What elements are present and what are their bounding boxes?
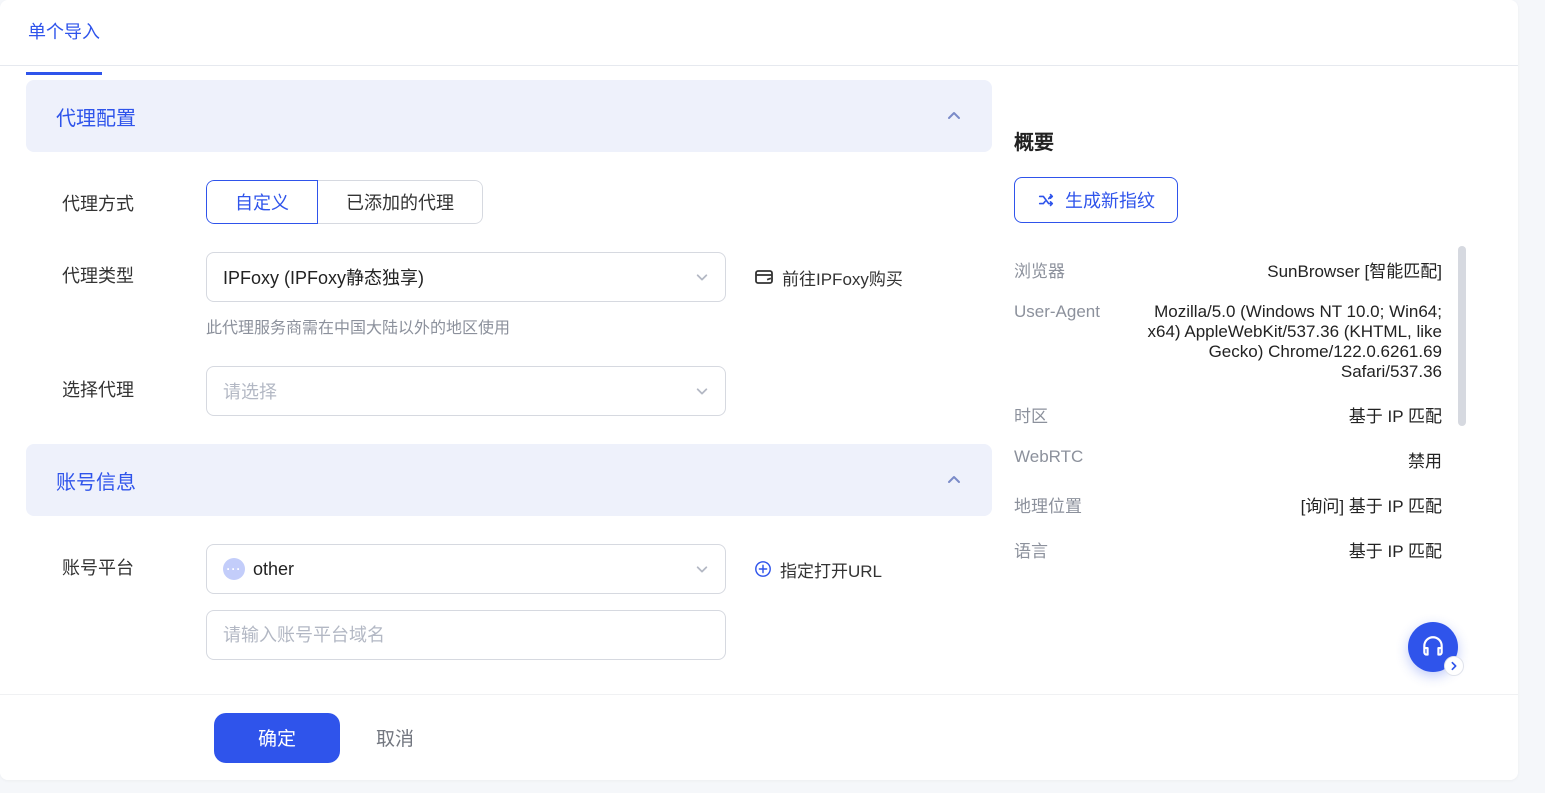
arrow-right-icon xyxy=(1449,661,1459,671)
k-ua: User-Agent xyxy=(1014,302,1100,322)
gen-button-text: 生成新指纹 xyxy=(1065,187,1155,213)
footer: 确定 取消 xyxy=(0,694,1518,780)
summary-row-webrtc: WebRTC 禁用 xyxy=(1014,437,1442,482)
section-proxy-title: 代理配置 xyxy=(56,102,136,131)
summary-row-browser: 浏览器 SunBrowser [智能匹配] xyxy=(1014,247,1442,292)
summary-row-lang: 语言 基于 IP 匹配 xyxy=(1014,527,1442,572)
help-floating-button[interactable] xyxy=(1408,622,1458,672)
row-select-proxy: 选择代理 请选择 xyxy=(26,366,992,416)
v-webrtc: 禁用 xyxy=(1408,447,1442,472)
headset-icon xyxy=(1420,634,1446,660)
select-proxy-type[interactable]: IPFoxy (IPFoxy静态独享) xyxy=(206,252,726,302)
chevron-down-icon xyxy=(695,384,709,398)
link-specify-url[interactable]: 指定打开URL xyxy=(754,557,882,582)
tab-single-import[interactable]: 单个导入 xyxy=(26,9,102,75)
main-column: 代理配置 代理方式 自定义 已添加的代理 代理类型 IPFoxy ( xyxy=(0,66,992,694)
segment-existing[interactable]: 已添加的代理 xyxy=(318,180,483,224)
section-account-header[interactable]: 账号信息 xyxy=(26,444,992,516)
link-buy-ipfoxy[interactable]: 前往IPFoxy购买 xyxy=(754,265,903,290)
summary-row-ua: User-Agent Mozilla/5.0 (Windows NT 10.0;… xyxy=(1014,292,1442,392)
url-link-text: 指定打开URL xyxy=(780,557,882,582)
section-proxy-header[interactable]: 代理配置 xyxy=(26,80,992,152)
v-tz: 基于 IP 匹配 xyxy=(1349,402,1442,427)
input-platform-domain[interactable] xyxy=(223,625,709,646)
label-select-proxy: 选择代理 xyxy=(62,366,206,402)
v-lang: 基于 IP 匹配 xyxy=(1349,537,1442,562)
k-geo: 地理位置 xyxy=(1014,492,1082,517)
summary-row-geo: 地理位置 [询问] 基于 IP 匹配 xyxy=(1014,482,1442,527)
platform-other-icon: ··· xyxy=(223,558,245,580)
segment-proxy-method: 自定义 已添加的代理 xyxy=(206,180,483,224)
proxy-type-value: IPFoxy (IPFoxy静态独享) xyxy=(223,264,424,290)
row-proxy-type: 代理类型 IPFoxy (IPFoxy静态独享) 前往IPFoxy购买 此代理服… xyxy=(26,252,992,338)
chevron-up-icon xyxy=(946,108,962,124)
row-proxy-method: 代理方式 自定义 已添加的代理 xyxy=(26,180,992,224)
chevron-up-icon xyxy=(946,472,962,488)
confirm-button[interactable]: 确定 xyxy=(214,713,340,763)
main-window: 单个导入 代理配置 代理方式 自定义 已添加的代理 代理类型 xyxy=(0,0,1518,780)
v-ua: Mozilla/5.0 (Windows NT 10.0; Win64; x64… xyxy=(1120,302,1442,382)
scrollbar[interactable] xyxy=(1458,246,1466,426)
k-tz: 时区 xyxy=(1014,402,1048,427)
label-proxy-type: 代理类型 xyxy=(62,252,206,288)
platform-value: other xyxy=(253,559,294,580)
buy-link-text: 前往IPFoxy购买 xyxy=(782,265,903,290)
external-link-icon xyxy=(754,267,774,287)
summary-row-tz: 时区 基于 IP 匹配 xyxy=(1014,392,1442,437)
k-webrtc: WebRTC xyxy=(1014,447,1083,467)
tab-bar: 单个导入 xyxy=(0,0,1518,66)
input-platform-domain-wrapper xyxy=(206,610,726,660)
label-proxy-method: 代理方式 xyxy=(62,180,206,216)
help-arrow-badge xyxy=(1444,656,1464,676)
section-account-title: 账号信息 xyxy=(56,466,136,495)
content: 代理配置 代理方式 自定义 已添加的代理 代理类型 IPFoxy ( xyxy=(0,66,1518,694)
v-browser: SunBrowser [智能匹配] xyxy=(1267,257,1442,282)
summary-panel: 概要 生成新指纹 浏览器 SunBrowser [智能匹配] User-Agen… xyxy=(992,66,1472,694)
chevron-down-icon xyxy=(695,562,709,576)
row-account-platform: 账号平台 ··· other 指定打开URL xyxy=(26,544,992,660)
chevron-down-icon xyxy=(695,270,709,284)
v-geo: [询问] 基于 IP 匹配 xyxy=(1301,492,1442,517)
generate-fingerprint-button[interactable]: 生成新指纹 xyxy=(1014,177,1178,223)
select-platform[interactable]: ··· other xyxy=(206,544,726,594)
shuffle-icon xyxy=(1037,191,1055,209)
plus-circle-icon xyxy=(754,560,772,578)
k-browser: 浏览器 xyxy=(1014,257,1065,282)
select-proxy-placeholder: 请选择 xyxy=(223,378,277,404)
summary-title: 概要 xyxy=(1014,126,1442,155)
proxy-type-hint: 此代理服务商需在中国大陆以外的地区使用 xyxy=(206,314,992,338)
segment-custom[interactable]: 自定义 xyxy=(206,180,318,224)
label-account-platform: 账号平台 xyxy=(62,544,206,580)
cancel-button[interactable]: 取消 xyxy=(376,724,414,751)
select-proxy[interactable]: 请选择 xyxy=(206,366,726,416)
k-lang: 语言 xyxy=(1014,537,1048,562)
